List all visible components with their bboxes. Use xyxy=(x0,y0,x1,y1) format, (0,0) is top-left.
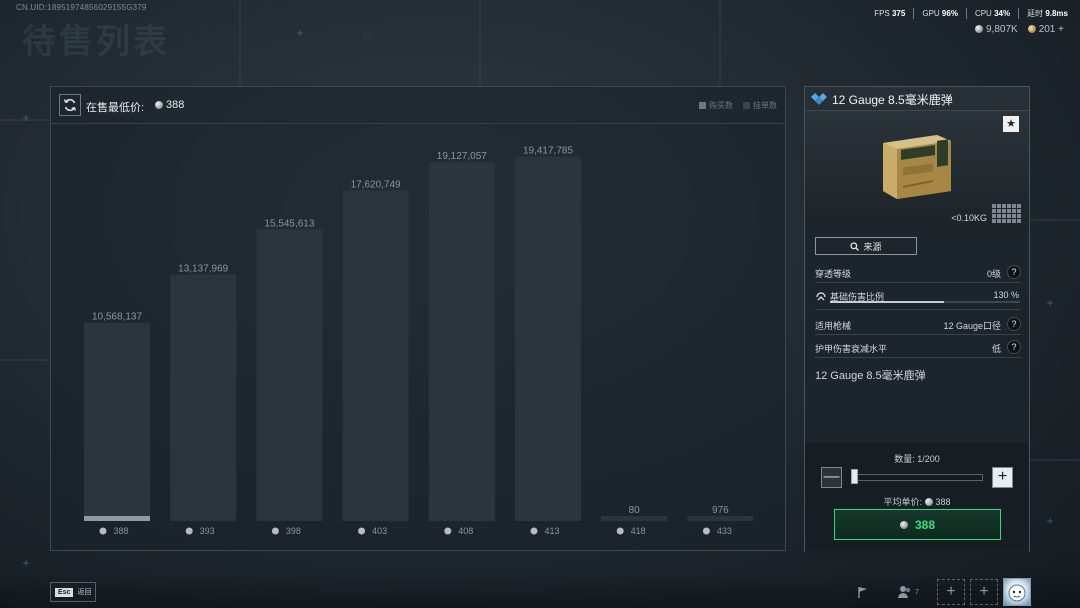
price-bar[interactable] xyxy=(601,516,668,521)
team-slot-add[interactable]: + xyxy=(937,579,965,605)
bar-value-label: 80 xyxy=(629,505,641,516)
attr-compatible-weapons: 适用枪械 12 Gauge口径 ? xyxy=(815,313,1021,335)
attr-base-damage: 基础伤害比例 130 % xyxy=(815,285,1021,310)
attr-value: 130 % xyxy=(993,290,1019,300)
price-tick-label: 388 xyxy=(113,526,128,536)
help-button[interactable]: ? xyxy=(1007,317,1021,331)
gold-coin-icon xyxy=(1027,25,1036,33)
silver-coin-icon xyxy=(185,527,193,535)
silver-coin-icon xyxy=(444,527,452,535)
price-bar[interactable] xyxy=(170,274,237,521)
page-title: 待售列表 xyxy=(22,23,170,61)
decrease-quantity-button[interactable]: — xyxy=(821,467,842,488)
item-grid-size-icon xyxy=(992,204,1021,223)
currency-display: 9,807K 201 + xyxy=(974,24,1064,35)
quantity-label: 数量: 1/200 xyxy=(894,454,940,464)
silver-coin-icon xyxy=(530,527,538,535)
price-tick-label: 403 xyxy=(372,526,387,536)
silver-coin-icon xyxy=(702,527,710,535)
cpu-stat: CPU 34% xyxy=(967,8,1020,19)
bar-value-label: 15,545,613 xyxy=(264,218,314,229)
source-button[interactable]: 来源 xyxy=(815,237,917,255)
help-button[interactable]: ? xyxy=(1007,265,1021,279)
buy-price: 388 xyxy=(914,517,936,532)
buy-button[interactable]: 388 xyxy=(834,509,1001,540)
ammo-box-image xyxy=(883,135,951,199)
attr-penetration-level: 穿透等级 0级 ? xyxy=(815,261,1021,283)
rarity-diamond-icon xyxy=(811,93,827,105)
gpu-stat: GPU 96% xyxy=(914,8,967,19)
item-weight: <0.10KG xyxy=(951,213,987,223)
quantity-slider[interactable] xyxy=(853,474,983,481)
bar-value-label: 13,137,969 xyxy=(178,264,228,275)
price-tick-label: 408 xyxy=(458,526,473,536)
latency-stat: 延时 9.8ms xyxy=(1027,9,1068,18)
purchase-area: 数量: 1/200 — + 平均单价: 388 388 xyxy=(805,443,1029,553)
friend-count: 7 xyxy=(915,588,919,596)
item-titlebar: 12 Gauge 8.5毫米鹿弹 xyxy=(805,87,1029,111)
price-bar[interactable] xyxy=(84,322,150,521)
uid-text: CN.UID:18951974856029155G379 xyxy=(16,3,147,12)
help-button[interactable]: ? xyxy=(1007,340,1021,354)
item-description: 12 Gauge 8.5毫米鹿弹 xyxy=(815,370,926,382)
silver-coin-icon xyxy=(99,527,107,535)
avatar[interactable] xyxy=(1003,578,1031,606)
silver-coin-icon xyxy=(974,25,983,33)
search-icon xyxy=(850,241,860,251)
friends-icon[interactable]: 7 xyxy=(893,581,923,603)
price-bar[interactable] xyxy=(687,516,754,521)
silver-coin-icon xyxy=(271,527,279,535)
damage-icon xyxy=(816,292,826,301)
increase-quantity-button[interactable]: + xyxy=(992,467,1013,488)
avatar-character-image xyxy=(1008,584,1026,602)
bar-value-label: 19,417,785 xyxy=(523,146,573,157)
item-detail-panel: 12 Gauge 8.5毫米鹿弹 ★ <0.10KG 来源 穿透等级 0级 ? … xyxy=(804,86,1030,553)
silver-coin-icon xyxy=(899,520,908,529)
damage-ratio-bar xyxy=(830,301,1020,303)
price-distribution-panel: 在售最低价: 388 购买数 挂单数 10,568,137 388 13,137,9… xyxy=(50,86,786,551)
favorite-button[interactable]: ★ xyxy=(1003,116,1019,132)
attr-armor-damage-falloff: 护甲伤害衰减水平 低 ? xyxy=(815,336,1021,358)
bar-value-label: 17,620,749 xyxy=(351,179,401,190)
attr-value: 低 xyxy=(991,344,1001,354)
attr-value: 12 Gauge口径 xyxy=(943,321,1001,331)
bar-value-label: 10,568,137 xyxy=(92,312,142,323)
item-image-area: ★ <0.10KG xyxy=(805,111,1029,229)
source-button-label: 来源 xyxy=(863,241,882,252)
average-unit-price: 平均单价: 388 xyxy=(883,497,951,507)
price-tick-label: 413 xyxy=(544,526,559,536)
bar-value-label: 19,127,057 xyxy=(437,151,487,162)
price-tick-label: 398 xyxy=(286,526,301,536)
item-title: 12 Gauge 8.5毫米鹿弹 xyxy=(832,93,953,107)
attr-label: 适用枪械 xyxy=(815,321,852,331)
attr-label: 护甲伤害衰减水平 xyxy=(815,344,888,354)
silver-coin-icon xyxy=(358,527,366,535)
price-bar[interactable] xyxy=(256,229,323,521)
esc-key-badge: Esc xyxy=(55,587,74,597)
attr-value: 0级 xyxy=(986,269,1001,279)
bar-value-label: 976 xyxy=(712,505,729,516)
price-bar[interactable] xyxy=(428,162,495,521)
price-tick-label: 418 xyxy=(631,526,646,536)
performance-stats: FPS 375 GPU 96% CPU 34% 延时 9.8ms xyxy=(866,8,1068,19)
bottom-bar: Esc 返回 7 + + xyxy=(0,573,1080,608)
gold-currency[interactable]: 201 + xyxy=(1027,24,1064,35)
price-tick-label: 433 xyxy=(717,526,732,536)
selected-bar-indicator xyxy=(84,516,150,521)
back-button[interactable]: Esc 返回 xyxy=(50,582,96,602)
price-tick-label: 393 xyxy=(200,526,215,536)
back-label: 返回 xyxy=(77,589,92,596)
fps-stat: FPS 375 xyxy=(866,8,915,19)
attr-label: 穿透等级 xyxy=(815,269,852,279)
price-bar[interactable] xyxy=(342,190,409,521)
quantity-slider-handle[interactable] xyxy=(851,469,858,484)
price-bar-chart: 10,568,137 388 13,137,969 393 15,545,613 398 1… xyxy=(84,146,754,536)
damage-ratio-fill xyxy=(830,301,944,303)
team-slot-add[interactable]: + xyxy=(970,579,998,605)
silver-currency: 9,807K xyxy=(974,24,1018,35)
silver-coin-icon xyxy=(924,498,933,506)
silver-coin-icon xyxy=(616,527,624,535)
price-bar[interactable] xyxy=(515,156,581,521)
flag-icon[interactable] xyxy=(852,581,874,603)
